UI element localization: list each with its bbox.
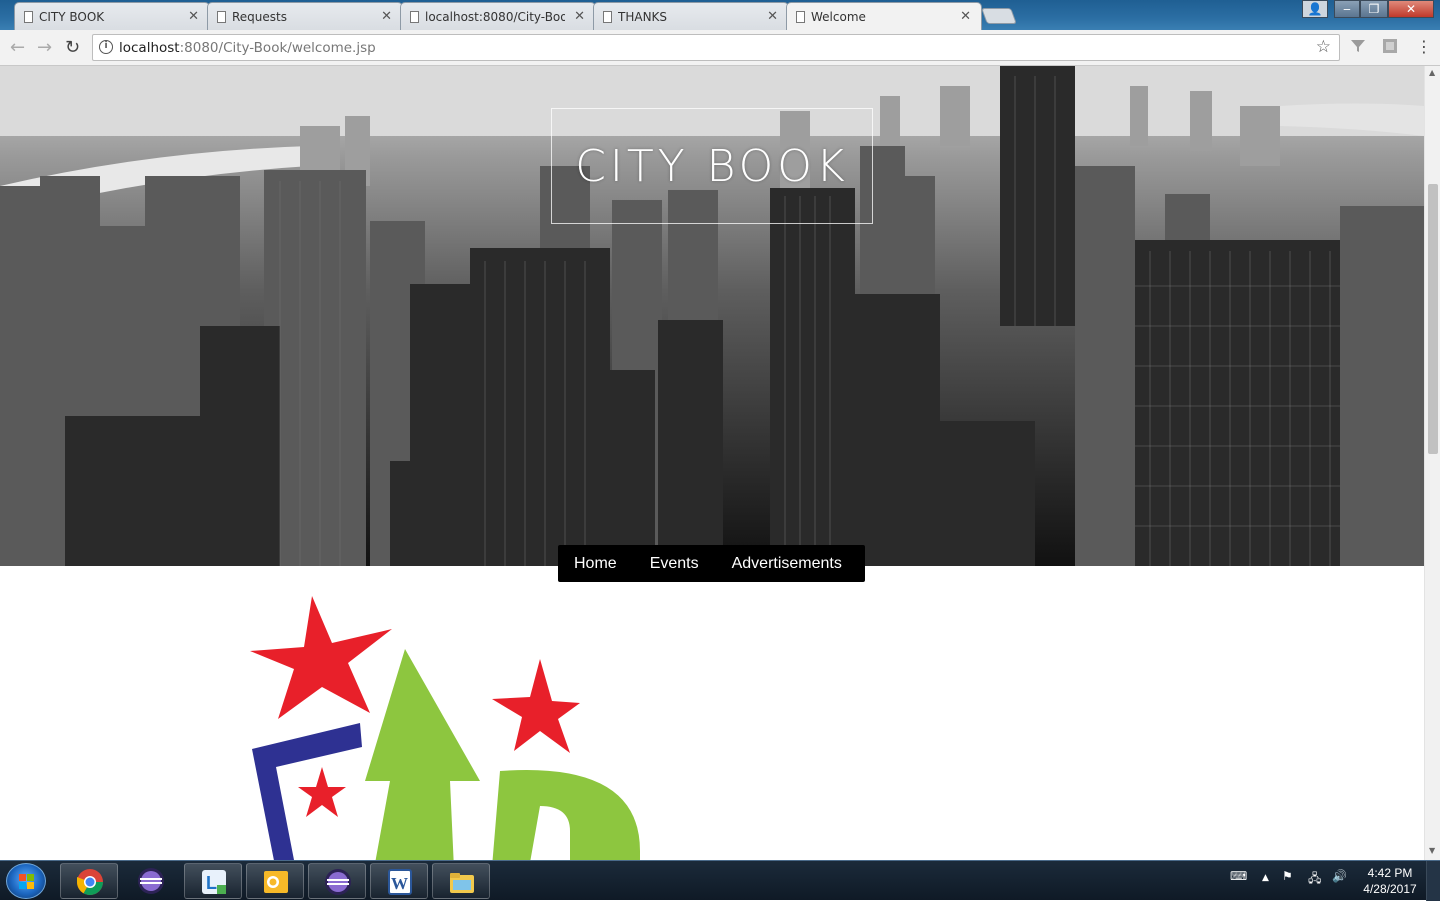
action-center-flag-icon[interactable]: ⚑ [1282, 869, 1293, 883]
url-host: localhost [119, 39, 180, 56]
taskbar-eclipse[interactable] [308, 863, 366, 899]
windows-logo-icon [19, 874, 34, 889]
tab-requests[interactable]: Requests ✕ [207, 2, 403, 30]
taskbar-lync[interactable]: L [184, 863, 242, 899]
taskbar-file-explorer[interactable] [432, 863, 490, 899]
page-icon [796, 11, 805, 23]
tab-localhost[interactable]: localhost:8080/City-Book ✕ [400, 2, 596, 30]
info-icon[interactable]: i [99, 40, 113, 54]
close-icon[interactable]: ✕ [188, 9, 199, 24]
page-icon [410, 11, 419, 23]
svg-text:W: W [391, 874, 408, 893]
outlook-icon [264, 871, 288, 893]
nav-home[interactable]: Home [574, 555, 617, 573]
menu-dots-icon[interactable]: ⋮ [1416, 37, 1432, 56]
scroll-up-arrow-icon[interactable]: ▲ [1429, 68, 1435, 77]
volume-icon[interactable]: 🔊 [1332, 869, 1347, 883]
tab-label: localhost:8080/City-Book [425, 9, 565, 24]
hero-banner: CITY BOOK [0, 66, 1424, 566]
system-clock[interactable]: 4:42 PM 4/28/2017 [1358, 865, 1422, 897]
close-icon[interactable]: ✕ [960, 9, 971, 24]
show-hidden-icons-icon[interactable]: ▲ [1262, 873, 1269, 883]
url-path: :8080/City-Book/welcome.jsp [179, 39, 376, 56]
clock-time: 4:42 PM [1367, 866, 1413, 880]
browser-toolbar: ← → ↻ i localhost:8080/City-Book/welcome… [0, 30, 1440, 66]
minimize-button[interactable]: ‒ [1334, 0, 1360, 18]
main-nav: Home Events Advertisements [558, 545, 865, 582]
restore-button[interactable]: ❐ [1360, 0, 1388, 18]
page-viewport: CITY BOOK Home Events Advertisements [0, 66, 1424, 860]
taskbar-eclipse-pinned[interactable] [122, 863, 180, 899]
word-icon: W [388, 869, 412, 895]
scrollbar-thumb[interactable] [1428, 184, 1438, 454]
logo-image [250, 596, 640, 860]
clock-date: 4/28/2017 [1363, 882, 1417, 896]
extension-square-icon[interactable] [1382, 38, 1398, 54]
close-icon[interactable]: ✕ [574, 9, 585, 24]
tab-label: THANKS [618, 9, 668, 24]
tab-city-book[interactable]: CITY BOOK ✕ [14, 2, 210, 30]
lync-icon: L [202, 870, 226, 894]
close-icon[interactable]: ✕ [381, 9, 392, 24]
close-icon[interactable]: ✕ [767, 9, 778, 24]
scroll-down-arrow-icon[interactable]: ▼ [1429, 846, 1435, 855]
tab-welcome[interactable]: Welcome ✕ [786, 2, 982, 30]
tab-label: Requests [232, 9, 287, 24]
reload-icon[interactable]: ↻ [65, 37, 80, 58]
eclipse-icon [138, 868, 164, 894]
nav-events[interactable]: Events [650, 555, 699, 573]
new-tab-button[interactable] [981, 8, 1017, 24]
tab-strip: CITY BOOK ✕ Requests ✕ localhost:8080/Ci… [0, 0, 1440, 30]
forward-arrow-icon[interactable]: → [37, 37, 52, 58]
extension-funnel-icon[interactable] [1350, 38, 1366, 54]
site-title: CITY BOOK [575, 140, 849, 192]
page-icon [24, 11, 33, 23]
network-icon[interactable]: 🖧 [1308, 869, 1321, 890]
tab-label: CITY BOOK [39, 9, 105, 24]
taskbar-chrome[interactable] [60, 863, 118, 899]
address-bar[interactable]: i localhost:8080/City-Book/welcome.jsp ☆ [92, 34, 1340, 61]
site-title-box: CITY BOOK [551, 108, 873, 224]
windows-taskbar: L W ⌨ ▲ ⚑ 🖧 🔊 4:42 PM 4/28/2017 [0, 860, 1440, 901]
page-icon [603, 11, 612, 23]
file-explorer-icon [450, 873, 474, 893]
back-arrow-icon[interactable]: ← [10, 37, 25, 58]
tab-thanks[interactable]: THANKS ✕ [593, 2, 789, 30]
bookmark-star-icon[interactable]: ☆ [1316, 37, 1331, 57]
tab-label: Welcome [811, 9, 866, 24]
keyboard-icon[interactable]: ⌨ [1230, 869, 1247, 883]
page-scrollbar[interactable]: ▲ ▼ [1424, 66, 1440, 860]
eclipse-icon [325, 869, 351, 895]
start-button[interactable] [6, 863, 46, 899]
taskbar-outlook[interactable] [246, 863, 304, 899]
chrome-icon [76, 869, 104, 896]
user-icon[interactable]: 👤 [1302, 0, 1328, 18]
close-window-button[interactable]: ✕ [1388, 0, 1434, 18]
taskbar-word[interactable]: W [370, 863, 428, 899]
page-icon [217, 11, 226, 23]
nav-advertisements[interactable]: Advertisements [732, 555, 842, 573]
show-desktop-button[interactable] [1426, 861, 1440, 901]
svg-text:L: L [206, 873, 217, 893]
